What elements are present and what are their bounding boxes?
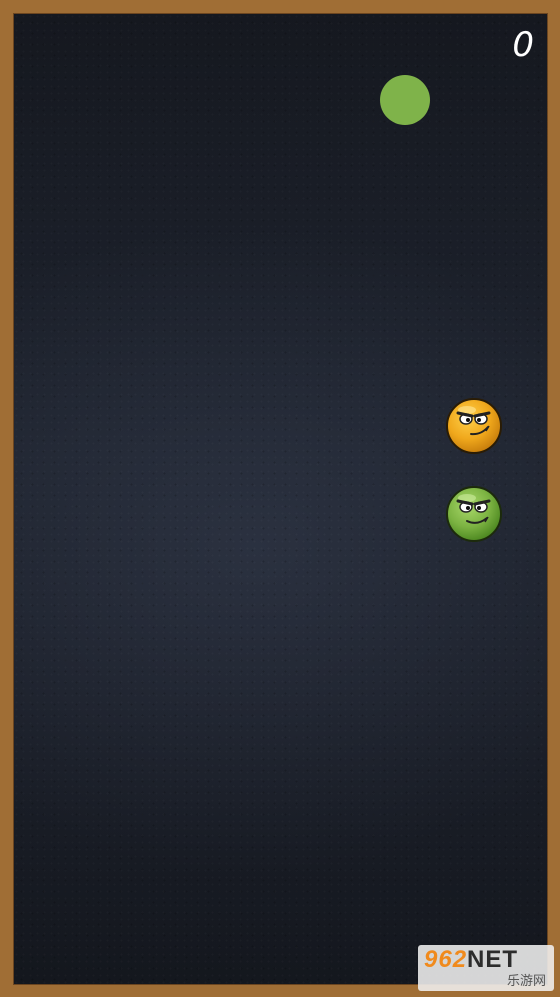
green-face-ball[interactable] [445, 485, 503, 543]
game-board[interactable]: 0 [13, 13, 548, 985]
score-counter: 0 [512, 25, 534, 65]
watermark-brand-text: NET [467, 946, 519, 973]
watermark-logo: 962NET 乐游网 [418, 945, 554, 991]
orange-face-ball[interactable] [445, 397, 503, 455]
falling-green-ball [380, 75, 430, 125]
game-frame: 0 [0, 0, 560, 997]
watermark-subtitle: 乐游网 [506, 974, 546, 989]
watermark-brand: 962NET [424, 947, 518, 973]
watermark-brand-number: 962 [424, 946, 468, 973]
